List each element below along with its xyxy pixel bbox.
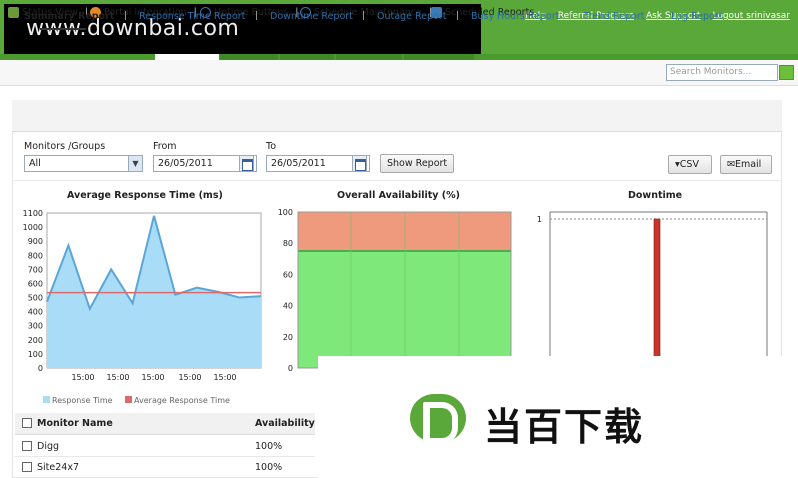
availability-value: 100% [255, 462, 283, 473]
csv-label: CSV [679, 159, 699, 170]
show-report-button[interactable]: Show Report [380, 154, 455, 173]
from-calendar-icon[interactable] [239, 155, 254, 172]
watermark-overlay: 当百下载 [318, 356, 798, 478]
csv-button[interactable]: ▾CSV [668, 155, 712, 174]
monitors-groups-value: All [29, 158, 41, 169]
tab-downtime-report[interactable]: Downtime Report [270, 11, 353, 22]
available-area [298, 251, 511, 368]
tab-summary-report[interactable]: Summary Report [24, 11, 114, 22]
x-tick-label: 15:00 [213, 373, 236, 382]
y-tick-label: 20 [283, 333, 293, 342]
to-label: To [266, 141, 277, 152]
y-tick-label: 900 [28, 237, 43, 246]
logout-link[interactable]: Logout srinivasar [712, 11, 790, 21]
tab-log-report[interactable]: Log Report [671, 11, 722, 22]
tab-busy-hours-report[interactable]: Busy Hours Report [471, 11, 559, 22]
x-tick-label: 15:00 [178, 373, 201, 382]
tab-response-time-report[interactable]: Response Time Report [139, 11, 245, 22]
legend-label-average: Average Response Time [134, 396, 230, 405]
tab-separator: | [569, 11, 573, 21]
y-tick-label: 60 [283, 270, 293, 279]
response-time-chart: 0 100 200 300 400 500 600 700 800 900 1000 1100 15:0… [23, 209, 262, 405]
mail-icon: ✉ [727, 159, 735, 170]
monitors-groups-select[interactable]: All ▼ [24, 155, 143, 172]
x-tick-label: 15:00 [71, 373, 94, 382]
report-tabs [12, 100, 782, 132]
monitor-name[interactable]: Digg [37, 441, 59, 452]
y-tick-label: 300 [28, 322, 43, 331]
legend-swatch-average [125, 396, 132, 403]
downtime-bar [653, 218, 661, 365]
availability-chart: 0 20 40 60 80 100 [278, 208, 512, 373]
column-availability: Availability [255, 418, 315, 429]
tab-trend-report[interactable]: Trend Report [584, 11, 645, 22]
to-calendar-icon[interactable] [352, 155, 367, 172]
filter-divider [12, 180, 782, 181]
row-checkbox[interactable] [22, 441, 32, 451]
watermark-text: 当百下载 [484, 405, 645, 449]
y-tick-label: 0 [288, 364, 293, 373]
x-tick-label: 15:00 [141, 373, 164, 382]
search-icon[interactable] [779, 65, 794, 80]
availability-value: 100% [255, 441, 283, 452]
active-tab-indicator [40, 28, 86, 30]
downtime-chart: 1 [537, 211, 768, 365]
email-label: Email [734, 159, 762, 170]
row-checkbox[interactable] [22, 462, 32, 472]
table-row: Digg 100% [15, 436, 315, 457]
unavailable-area [298, 212, 511, 251]
y-tick-label: 400 [28, 308, 43, 317]
legend-swatch-response [43, 396, 50, 403]
tab-outage-report[interactable]: Outage Report [377, 11, 446, 22]
y-tick-label: 1 [537, 215, 542, 224]
watermark-logo-icon [410, 394, 466, 444]
y-tick-label: 80 [283, 239, 293, 248]
tab-separator: | [362, 11, 366, 21]
status-view-icon [8, 7, 19, 18]
legend-label-response: Response Time [52, 396, 113, 405]
chevron-down-icon[interactable]: ▼ [128, 156, 142, 171]
y-tick-label: 500 [28, 294, 43, 303]
email-button[interactable]: ✉Email [720, 155, 772, 174]
monitor-name[interactable]: Site24x7 [37, 462, 79, 473]
monitors-groups-label: Monitors /Groups [24, 141, 106, 152]
search-monitors-input[interactable]: Search Monitors... [666, 64, 778, 81]
y-tick-label: 1100 [23, 209, 43, 218]
y-tick-label: 600 [28, 279, 43, 288]
y-tick-label: 200 [28, 336, 43, 345]
table-row: Site24x7 100% [15, 457, 315, 478]
column-monitor-name: Monitor Name [37, 418, 113, 429]
y-tick-label: 1000 [23, 223, 43, 232]
monitor-table-header: Monitor Name Availability [15, 413, 315, 435]
y-tick-label: 100 [28, 350, 43, 359]
tab-separator: | [456, 11, 460, 21]
tab-separator: | [656, 11, 660, 21]
tab-separator: | [255, 11, 259, 21]
y-tick-label: 800 [28, 251, 43, 260]
x-tick-label: 15:00 [106, 373, 129, 382]
y-tick-label: 100 [278, 208, 293, 217]
select-all-checkbox[interactable] [22, 418, 32, 428]
from-label: From [153, 141, 177, 152]
y-tick-label: 0 [38, 364, 43, 373]
tab-separator: | [124, 11, 128, 21]
y-tick-label: 700 [28, 265, 43, 274]
y-tick-label: 40 [283, 302, 293, 311]
